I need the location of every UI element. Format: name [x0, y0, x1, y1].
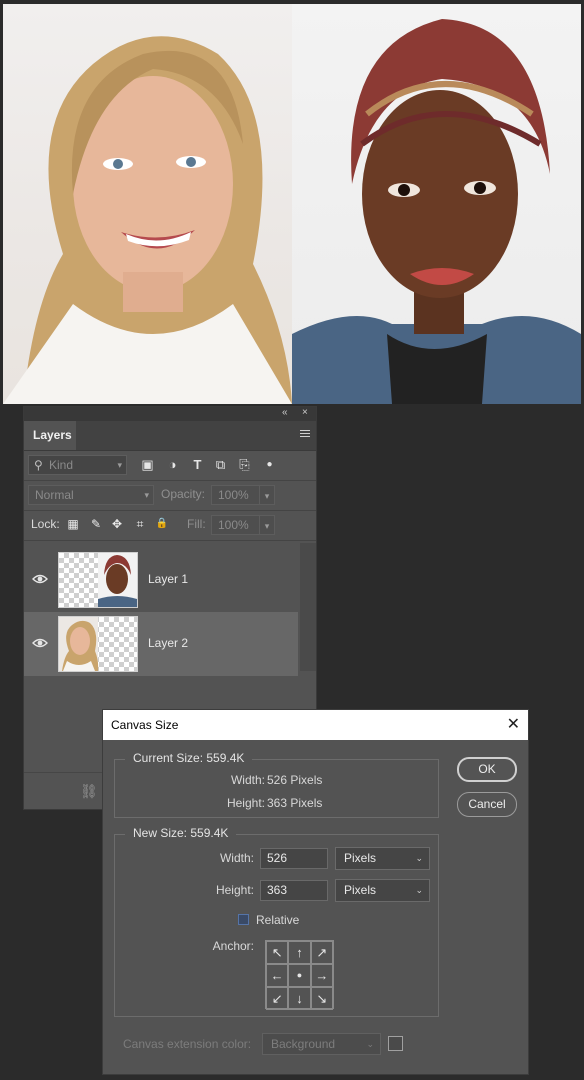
height-input[interactable]: 363 — [260, 880, 328, 901]
panel-titlebar: « × — [24, 407, 316, 421]
filter-toggle-icon[interactable]: ● — [262, 457, 277, 472]
anchor-grid: ↖ ↑ ↗ ← ● → ↙ ↓ ↘ — [265, 940, 334, 1010]
anchor-top-right-arrow-icon[interactable]: ↗ — [310, 941, 333, 964]
opacity-label: Opacity: — [161, 487, 206, 501]
blend-mode-value: Normal — [35, 488, 74, 502]
lock-position-icon[interactable]: ✥ — [110, 517, 124, 531]
current-size-title: Current Size: 559.4K — [125, 751, 253, 765]
anchor-left-arrow-icon[interactable]: ← — [266, 964, 289, 987]
anchor-center-dot-icon[interactable]: ● — [288, 964, 311, 987]
new-width-label: Width: — [219, 851, 254, 865]
height-unit-value: Pixels — [344, 883, 377, 897]
collapse-panel-icon[interactable]: « — [282, 407, 288, 418]
current-width-label: Width: — [230, 773, 265, 787]
visibility-eye-icon[interactable] — [32, 572, 48, 586]
opacity-dropdown-button[interactable]: ▾ — [259, 485, 275, 505]
blend-mode-select[interactable]: Normal ▾ — [28, 485, 154, 505]
photo-woman-headwrap — [292, 4, 581, 404]
chevron-down-icon: ▾ — [117, 460, 122, 470]
anchor-bottom-left-arrow-icon[interactable]: ↙ — [266, 987, 289, 1010]
smart-object-filter-icon[interactable]: ⎘ — [237, 457, 252, 472]
lock-row: Lock: ▦ ✎ ✥ ⌗ 🔒 Fill: 100% ▾ — [24, 511, 316, 541]
height-unit-select[interactable]: Pixels ⌄ — [335, 879, 430, 902]
layer-1-thumbnail — [58, 552, 138, 608]
relative-label[interactable]: Relative — [256, 913, 299, 927]
lock-all-icon[interactable]: 🔒 — [155, 517, 169, 531]
cancel-button[interactable]: Cancel — [457, 792, 517, 817]
new-height-label: Height: — [215, 883, 254, 897]
anchor-right-arrow-icon[interactable]: → — [310, 964, 333, 987]
anchor-top-left-arrow-icon[interactable]: ↖ — [266, 941, 289, 964]
shape-filter-icon[interactable]: ⧉ — [213, 457, 228, 472]
chevron-down-icon: ⌄ — [415, 853, 423, 863]
filter-row: ⚲ Kind ▾ ▣ ◑ T ⧉ ⎘ ● — [24, 451, 316, 481]
canvas-size-dialog: Canvas Size ✕ Current Size: 559.4K Width… — [102, 709, 529, 1075]
dialog-titlebar: Canvas Size ✕ — [103, 710, 528, 740]
chevron-down-icon: ▾ — [264, 491, 270, 501]
width-input[interactable]: 526 — [260, 848, 328, 869]
link-icon[interactable]: ⛓ — [80, 783, 98, 800]
chevron-down-icon: ⌄ — [366, 1039, 374, 1049]
fill-label: Fill: — [187, 517, 206, 531]
photo-blonde-woman — [3, 4, 292, 404]
filter-kind-select[interactable]: ⚲ Kind ▾ — [28, 455, 127, 475]
adjustment-filter-icon[interactable]: ◑ — [165, 457, 180, 472]
chevron-down-icon: ▾ — [264, 521, 270, 531]
layer-row-layer-1[interactable]: Layer 1 — [24, 548, 298, 612]
new-size-title: New Size: 559.4K — [125, 826, 237, 840]
ok-button[interactable]: OK — [457, 757, 517, 782]
anchor-bottom-right-arrow-icon[interactable]: ↘ — [310, 987, 333, 1010]
current-size-group: Current Size: 559.4K Width: 526 Pixels H… — [114, 751, 439, 818]
current-height-label: Height: — [226, 796, 265, 810]
width-unit-value: Pixels — [344, 851, 377, 865]
anchor-bottom-arrow-icon[interactable]: ↓ — [288, 987, 311, 1010]
document-canvas[interactable] — [3, 4, 581, 404]
panel-menu-icon[interactable] — [300, 430, 310, 440]
search-icon: ⚲ — [34, 458, 43, 472]
layer-name[interactable]: Layer 2 — [148, 636, 188, 650]
extension-color-select[interactable]: Background ⌄ — [262, 1033, 381, 1055]
lock-transparent-pixels-icon[interactable]: ▦ — [66, 517, 80, 531]
extension-color-label: Canvas extension color: — [123, 1037, 252, 1051]
filter-kind-label: Kind — [49, 458, 74, 472]
fill-dropdown-button[interactable]: ▾ — [259, 515, 275, 535]
current-height-value: 363 Pixels — [267, 796, 323, 810]
tab-layers[interactable]: Layers — [24, 421, 76, 450]
layer-name[interactable]: Layer 1 — [148, 572, 188, 586]
type-filter-icon[interactable]: T — [190, 457, 205, 472]
lock-label: Lock: — [31, 517, 60, 531]
close-icon[interactable]: ✕ — [507, 710, 520, 740]
extension-color-swatch[interactable] — [388, 1036, 403, 1051]
lock-image-pixels-icon[interactable]: ✎ — [89, 517, 103, 531]
chevron-down-icon: ▾ — [144, 490, 149, 500]
panel-tab-row: Layers — [24, 421, 316, 451]
extension-color-value: Background — [271, 1037, 336, 1051]
chevron-down-icon: ⌄ — [415, 885, 423, 895]
anchor-top-arrow-icon[interactable]: ↑ — [288, 941, 311, 964]
blend-row: Normal ▾ Opacity: 100% ▾ — [24, 481, 316, 511]
lock-artboard-icon[interactable]: ⌗ — [133, 517, 147, 531]
opacity-value: 100% — [218, 488, 249, 502]
layers-scrollbar[interactable] — [300, 543, 316, 671]
dialog-title: Canvas Size — [111, 718, 179, 732]
current-width-value: 526 Pixels — [267, 773, 323, 787]
relative-checkbox[interactable] — [238, 914, 249, 925]
image-filter-icon[interactable]: ▣ — [140, 457, 155, 472]
layer-2-thumbnail — [58, 616, 138, 672]
close-panel-icon[interactable]: × — [302, 407, 308, 418]
width-unit-select[interactable]: Pixels ⌄ — [335, 847, 430, 870]
layer-row-layer-2[interactable]: Layer 2 — [24, 612, 298, 676]
fill-value: 100% — [218, 518, 249, 532]
anchor-label: Anchor: — [212, 939, 254, 953]
visibility-eye-icon[interactable] — [32, 636, 48, 650]
